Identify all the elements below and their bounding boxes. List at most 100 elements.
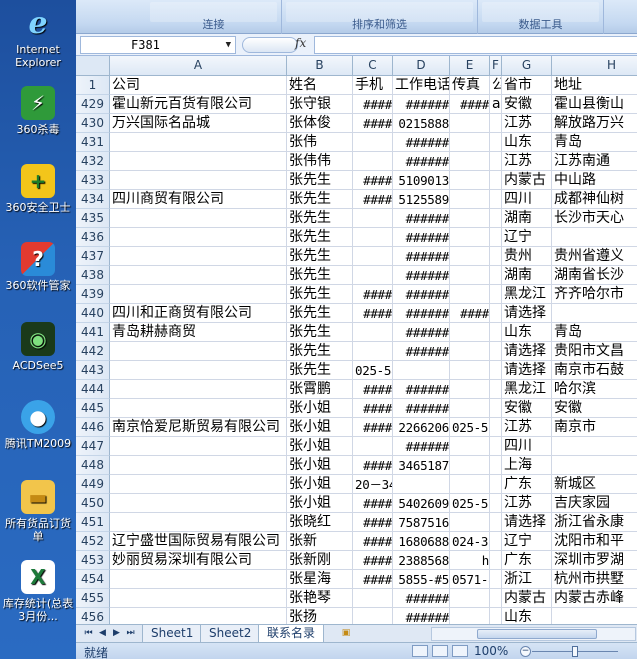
row-header[interactable]: 429 — [76, 95, 110, 114]
cell-col-b[interactable]: 张先生 — [287, 228, 353, 247]
cell-col-a[interactable]: 四川商贸有限公司 — [110, 190, 287, 209]
cell-col-d[interactable]: ###### — [393, 342, 450, 361]
cell-col-g[interactable]: 江苏 — [502, 418, 552, 437]
cell-col-e[interactable]: 传真 — [450, 76, 490, 95]
cell-col-a[interactable] — [110, 266, 287, 285]
cell-col-a[interactable] — [110, 494, 287, 513]
cell-col-f[interactable] — [490, 418, 502, 437]
cell-col-g[interactable]: 内蒙古 — [502, 589, 552, 608]
row-header[interactable]: 441 — [76, 323, 110, 342]
cell-col-d[interactable]: ###### — [393, 304, 450, 323]
cell-col-g[interactable]: 山东 — [502, 133, 552, 152]
cell-col-a[interactable] — [110, 570, 287, 589]
cell-col-d[interactable]: ###### — [393, 285, 450, 304]
row-header[interactable]: 449 — [76, 475, 110, 494]
last-sheet-icon[interactable]: ⏭ — [124, 627, 137, 640]
cell-col-h[interactable] — [552, 456, 637, 475]
cell-col-d[interactable]: ###### — [393, 133, 450, 152]
cell-col-e[interactable]: 0571-88 — [450, 570, 490, 589]
cell-col-d[interactable]: ###### — [393, 437, 450, 456]
cell-col-b[interactable]: 张伟 — [287, 133, 353, 152]
cell-col-e[interactable]: #### — [450, 95, 490, 114]
cell-col-e[interactable] — [450, 133, 490, 152]
cell-col-h[interactable]: 贵阳市文昌 — [552, 342, 637, 361]
cell-col-h[interactable]: 深圳市罗湖 — [552, 551, 637, 570]
cell-col-c[interactable] — [353, 342, 393, 361]
cell-col-g[interactable]: 江苏 — [502, 114, 552, 133]
row-header[interactable]: 442 — [76, 342, 110, 361]
cell-col-a[interactable] — [110, 228, 287, 247]
cell-col-f[interactable] — [490, 342, 502, 361]
row-header[interactable]: 435 — [76, 209, 110, 228]
cell-col-g[interactable]: 辽宁 — [502, 228, 552, 247]
cell-col-g[interactable]: 广东 — [502, 551, 552, 570]
cell-col-h[interactable]: 青岛 — [552, 323, 637, 342]
cell-col-d[interactable]: 0215888 — [393, 114, 450, 133]
column-header-f[interactable]: F — [490, 56, 502, 76]
row-header[interactable]: 432 — [76, 152, 110, 171]
cell-col-g[interactable]: 内蒙古 — [502, 171, 552, 190]
row-header[interactable]: 436 — [76, 228, 110, 247]
ribbon-group-partial[interactable] — [604, 0, 637, 34]
horizontal-scrollbar[interactable] — [431, 627, 636, 641]
cell-col-h[interactable]: 沈阳市和平 — [552, 532, 637, 551]
next-sheet-icon[interactable]: ▶ — [110, 627, 123, 640]
cell-col-e[interactable] — [450, 171, 490, 190]
cell-col-d[interactable]: ###### — [393, 152, 450, 171]
cell-col-b[interactable]: 张晓红 — [287, 513, 353, 532]
cell-col-a[interactable]: 青岛耕赫商贸 — [110, 323, 287, 342]
cell-col-f[interactable] — [490, 190, 502, 209]
cell-col-b[interactable]: 张小姐 — [287, 494, 353, 513]
column-header-d[interactable]: D — [393, 56, 450, 76]
cell-col-f[interactable] — [490, 323, 502, 342]
cell-col-h[interactable]: 长沙市天心 — [552, 209, 637, 228]
cell-col-e[interactable] — [450, 513, 490, 532]
cell-col-a[interactable] — [110, 209, 287, 228]
cell-col-h[interactable] — [552, 437, 637, 456]
cell-col-d[interactable]: ###### — [393, 399, 450, 418]
cell-col-b[interactable]: 张先生 — [287, 247, 353, 266]
column-header-e[interactable]: E — [450, 56, 490, 76]
formula-bar-expander[interactable] — [242, 37, 298, 53]
cell-col-a[interactable]: 妙丽贸易深圳有限公司 — [110, 551, 287, 570]
cell-col-f[interactable] — [490, 266, 502, 285]
cell-col-a[interactable] — [110, 152, 287, 171]
cell-col-g[interactable]: 江苏 — [502, 152, 552, 171]
cell-col-a[interactable] — [110, 380, 287, 399]
cell-col-d[interactable]: 5402609 — [393, 494, 450, 513]
desktop-icon-360-antivirus[interactable]: ⚡ 360杀毒 — [0, 86, 76, 136]
cell-col-e[interactable] — [450, 589, 490, 608]
cell-col-f[interactable] — [490, 437, 502, 456]
cell-col-g[interactable]: 四川 — [502, 437, 552, 456]
row-header[interactable]: 437 — [76, 247, 110, 266]
cell-col-b[interactable]: 张新 — [287, 532, 353, 551]
cell-col-b[interactable]: 张小姐 — [287, 418, 353, 437]
cell-col-f[interactable] — [490, 570, 502, 589]
cell-col-b[interactable]: 张体俊 — [287, 114, 353, 133]
cell-col-e[interactable] — [450, 323, 490, 342]
row-header[interactable]: 439 — [76, 285, 110, 304]
cell-col-f[interactable] — [490, 171, 502, 190]
cell-col-g[interactable]: 广东 — [502, 475, 552, 494]
column-header-h[interactable]: H — [552, 56, 637, 76]
cell-col-f[interactable] — [490, 551, 502, 570]
cell-col-e[interactable] — [450, 342, 490, 361]
cell-col-d[interactable] — [393, 475, 450, 494]
cell-col-h[interactable]: 中山路 — [552, 171, 637, 190]
page-layout-view-icon[interactable] — [432, 645, 448, 657]
cell-col-c[interactable] — [353, 323, 393, 342]
fx-icon[interactable]: fx — [295, 36, 306, 50]
cell-col-e[interactable] — [450, 475, 490, 494]
cell-col-h[interactable]: 齐齐哈尔市 — [552, 285, 637, 304]
cell-col-h[interactable]: 青岛 — [552, 133, 637, 152]
cell-col-a[interactable]: 万兴国际名品城 — [110, 114, 287, 133]
cell-col-h[interactable]: 浙江省永康 — [552, 513, 637, 532]
sheet-tab-sheet2[interactable]: Sheet2 — [200, 625, 261, 643]
cell-col-c[interactable]: #### — [353, 532, 393, 551]
cell-col-c[interactable]: 20－34700624 — [353, 475, 393, 494]
cell-col-e[interactable] — [450, 190, 490, 209]
row-header[interactable]: 444 — [76, 380, 110, 399]
cell-col-b[interactable]: 张先生 — [287, 190, 353, 209]
cell-col-g[interactable]: 请选择 — [502, 513, 552, 532]
cell-col-g[interactable]: 请选择 — [502, 304, 552, 323]
